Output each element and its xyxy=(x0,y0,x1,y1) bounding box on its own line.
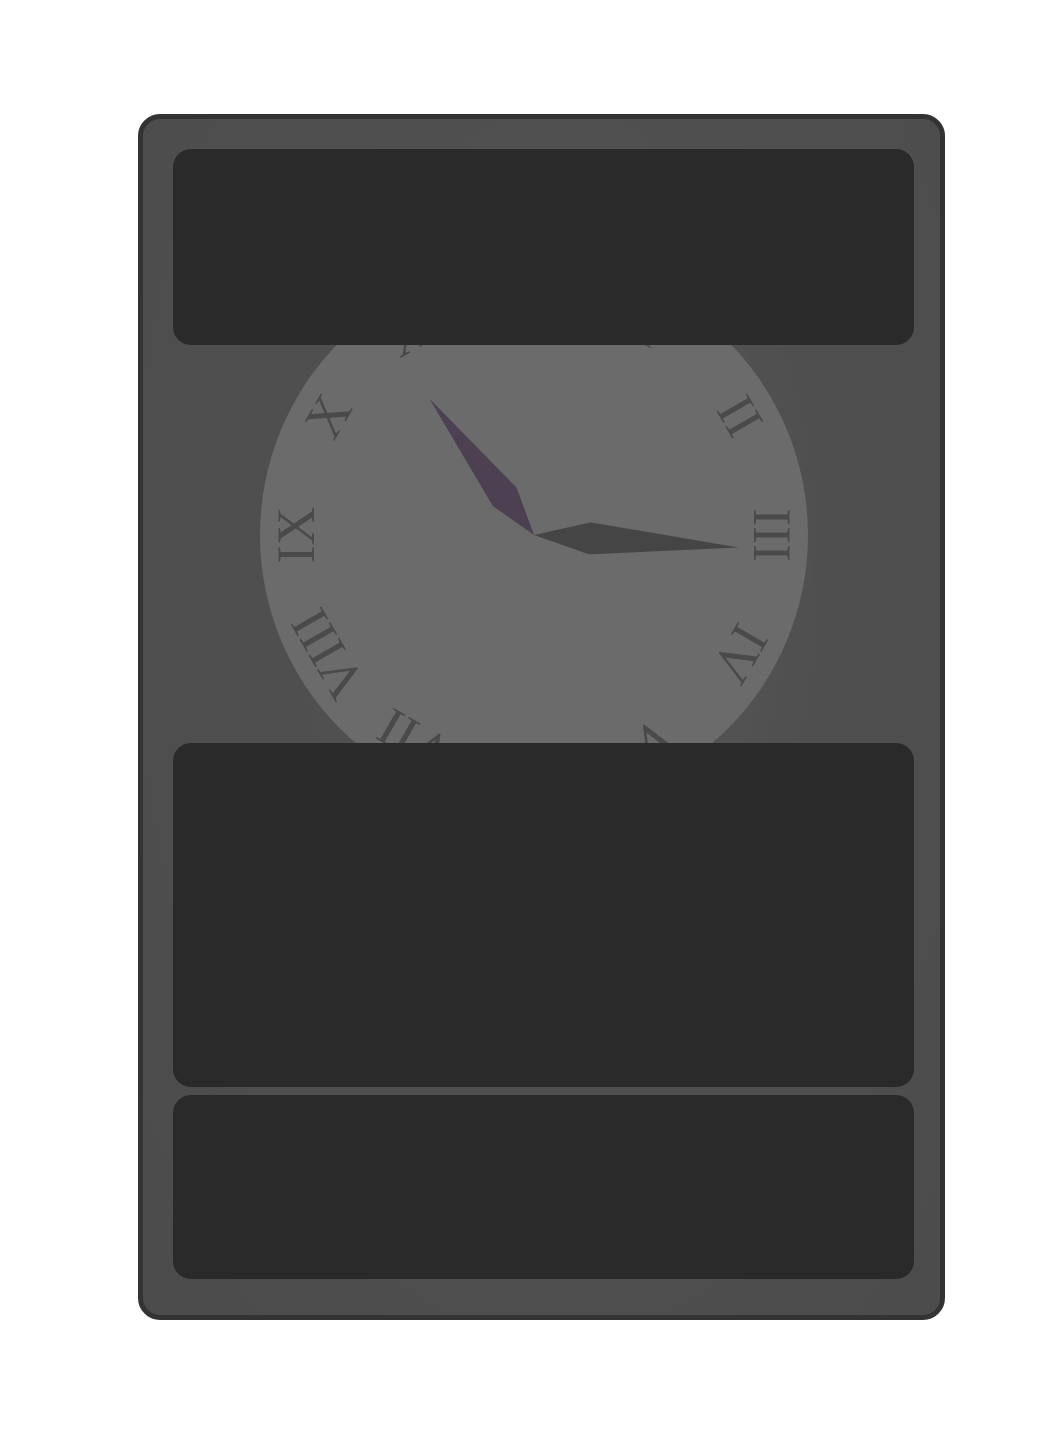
footer-panel xyxy=(173,1095,914,1279)
card: XIIIIIIIIIVVVIVIIVIIIIXXXI xyxy=(138,114,945,1320)
clock-numeral: IX xyxy=(266,507,326,564)
clock-numeral: III xyxy=(742,508,802,562)
text-panel xyxy=(173,743,914,1087)
title-panel xyxy=(173,149,914,345)
